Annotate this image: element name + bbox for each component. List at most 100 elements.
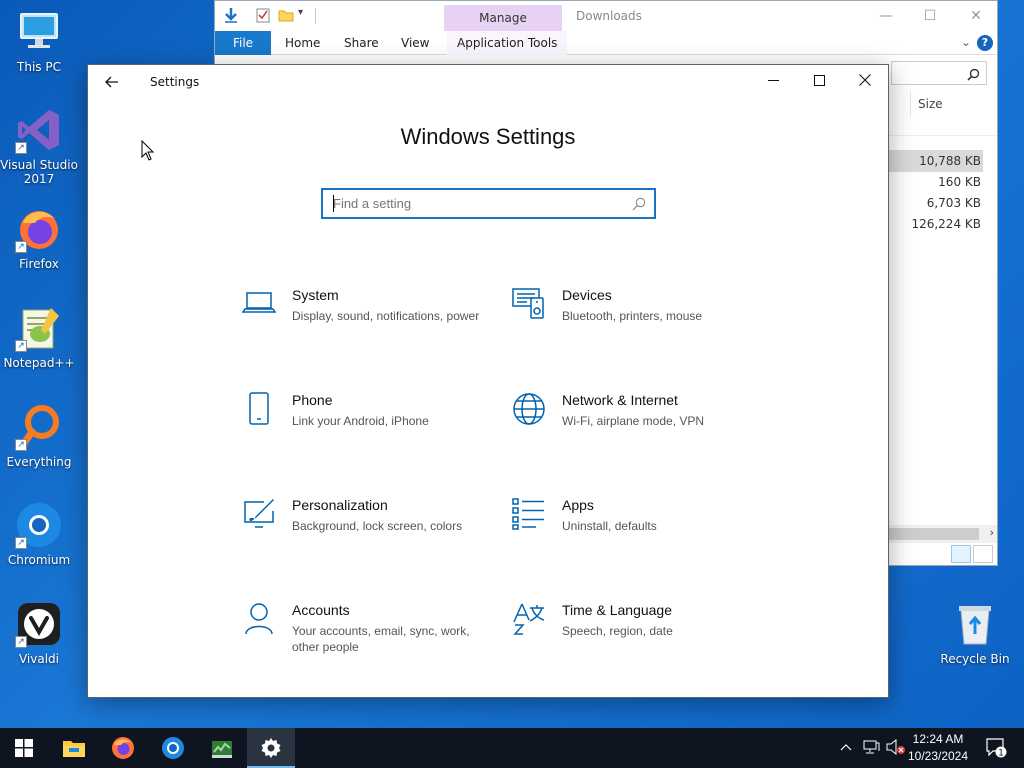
explorer-close-button[interactable]: ✕ <box>953 1 999 31</box>
file-size-cell[interactable]: 160 KB <box>883 171 983 193</box>
desktop-icon-label: Recycle Bin <box>940 652 1010 666</box>
taskbar-chromium[interactable] <box>149 728 197 768</box>
show-hidden-icons-chevron-icon[interactable] <box>840 740 852 754</box>
tile-description: Wi-Fi, airplane mode, VPN <box>562 414 705 428</box>
explorer-maximize-button[interactable]: ☐ <box>907 1 953 31</box>
tab-share[interactable]: Share <box>334 31 389 55</box>
tab-file[interactable]: File <box>215 31 271 55</box>
page-title: Windows Settings <box>400 124 576 149</box>
minimize-icon <box>767 80 779 81</box>
everything-icon: ↗ <box>15 403 63 451</box>
settings-tile-apps[interactable]: Apps Uninstall, defaults <box>512 497 772 567</box>
toolbar-divider <box>315 8 316 24</box>
settings-titlebar[interactable]: Settings <box>88 65 888 101</box>
apps-list-icon <box>512 497 546 531</box>
desktop-icon-label: Chromium <box>7 553 71 567</box>
start-button[interactable] <box>0 728 48 768</box>
tile-title: System <box>292 287 339 303</box>
globe-icon <box>512 392 546 426</box>
desktop-icon-chromium[interactable]: ↗ Chromium <box>0 501 79 567</box>
personalization-icon <box>242 497 276 531</box>
settings-search-box[interactable] <box>321 188 656 219</box>
explorer-titlebar[interactable]: ▾ Manage Downloads — ☐ ✕ <box>215 1 997 31</box>
settings-window[interactable]: Settings Windows Settings System Display… <box>87 64 889 698</box>
desktop-icon-firefox[interactable]: ↗ Firefox <box>0 205 79 271</box>
taskbar-task-manager[interactable] <box>198 728 246 768</box>
volume-muted-icon[interactable] <box>886 738 906 758</box>
large-icons-view-icon[interactable] <box>973 545 993 563</box>
tab-application-tools[interactable]: Application Tools <box>447 31 568 55</box>
taskbar-settings[interactable] <box>247 728 295 768</box>
this-pc-icon <box>15 8 63 56</box>
settings-close-button[interactable] <box>842 65 888 97</box>
find-setting-input[interactable] <box>323 190 613 217</box>
explorer-file-list: 10,788 KB 160 KB 6,703 KB 126,224 KB <box>883 135 997 535</box>
settings-tile-devices[interactable]: Devices Bluetooth, printers, mouse <box>512 287 772 357</box>
settings-tile-time-language[interactable]: Time & Language Speech, region, date <box>512 602 772 672</box>
tab-home[interactable]: Home <box>275 31 330 55</box>
explorer-minimize-button[interactable]: — <box>863 1 909 31</box>
network-icon[interactable] <box>862 739 880 758</box>
ribbon-expand-chevron-icon[interactable]: ⌄ <box>961 35 971 49</box>
tile-title: Personalization <box>292 497 388 513</box>
maximize-icon <box>813 75 825 86</box>
scroll-right-icon[interactable]: › <box>990 526 994 539</box>
desktop-icon-this-pc[interactable]: This PC <box>0 8 79 74</box>
tile-description: Link your Android, iPhone <box>292 414 429 428</box>
explorer-horizontal-scrollbar[interactable]: › <box>889 525 997 543</box>
desktop-icon-notepadpp[interactable]: ↗ Notepad++ <box>0 304 79 370</box>
file-size-cell[interactable]: 6,703 KB <box>883 192 983 214</box>
notification-count: 1 <box>998 749 1004 759</box>
visual-studio-icon: ↗ <box>15 106 63 154</box>
desktop-icon-visual-studio[interactable]: ↗ Visual Studio 2017 <box>0 106 79 186</box>
notepadpp-icon: ↗ <box>15 304 63 352</box>
scrollbar-thumb[interactable] <box>889 528 979 540</box>
download-arrow-icon[interactable] <box>223 7 239 23</box>
desktop-icon-everything[interactable]: ↗ Everything <box>0 403 79 469</box>
chromium-icon <box>162 737 184 759</box>
desktop-icon-recycle-bin[interactable]: Recycle Bin <box>935 600 1015 666</box>
tile-title: Devices <box>562 287 612 303</box>
tile-title: Accounts <box>292 602 350 618</box>
gear-icon <box>261 738 281 758</box>
file-size-cell[interactable]: 10,788 KB <box>883 150 983 172</box>
settings-tile-phone[interactable]: Phone Link your Android, iPhone <box>242 392 502 462</box>
close-icon <box>859 74 871 86</box>
firefox-icon: ↗ <box>15 205 63 253</box>
new-folder-icon[interactable] <box>278 7 294 23</box>
search-icon[interactable] <box>632 196 646 215</box>
taskbar-firefox[interactable] <box>99 728 147 768</box>
clock-date: 10/23/2024 <box>907 749 969 763</box>
column-header-size[interactable]: Size <box>910 91 991 117</box>
taskbar-clock[interactable]: 12:24 AM 10/23/2024 <box>906 731 970 765</box>
desktop-icon-label: Firefox <box>19 257 59 271</box>
desktop-icon-vivaldi[interactable]: ↗ Vivaldi <box>0 600 79 666</box>
taskbar-file-explorer[interactable] <box>50 728 98 768</box>
details-view-icon[interactable] <box>951 545 971 563</box>
tile-description: Uninstall, defaults <box>562 519 657 533</box>
explorer-window-title: Downloads <box>576 9 642 23</box>
tab-manage[interactable]: Manage <box>444 5 562 31</box>
file-size-cell[interactable]: 126,224 KB <box>883 213 983 235</box>
tile-title: Time & Language <box>562 602 672 618</box>
taskbar: 12:24 AM 10/23/2024 1 <box>0 728 1024 768</box>
settings-minimize-button[interactable] <box>750 65 796 97</box>
person-icon <box>242 602 276 636</box>
firefox-icon <box>112 737 134 759</box>
tab-view[interactable]: View <box>391 31 439 55</box>
customize-dropdown-icon[interactable]: ▾ <box>298 7 314 23</box>
action-center-button[interactable]: 1 <box>986 738 1008 762</box>
settings-maximize-button[interactable] <box>796 65 842 97</box>
settings-tile-network-internet[interactable]: Network & Internet Wi-Fi, airplane mode,… <box>512 392 772 462</box>
settings-tile-personalization[interactable]: Personalization Background, lock screen,… <box>242 497 502 567</box>
desktop-icon-label: Notepad++ <box>3 356 75 370</box>
tile-description: Bluetooth, printers, mouse <box>562 309 703 323</box>
properties-check-icon[interactable] <box>255 7 271 23</box>
explorer-search-input[interactable] <box>891 61 987 85</box>
tile-title: Network & Internet <box>562 392 678 408</box>
clock-time: 12:24 AM <box>912 732 964 746</box>
back-button[interactable] <box>98 70 126 96</box>
settings-tile-system[interactable]: System Display, sound, notifications, po… <box>241 287 502 357</box>
help-icon[interactable]: ? <box>977 35 993 51</box>
settings-tile-accounts[interactable]: Accounts Your accounts, email, sync, wor… <box>242 602 502 672</box>
